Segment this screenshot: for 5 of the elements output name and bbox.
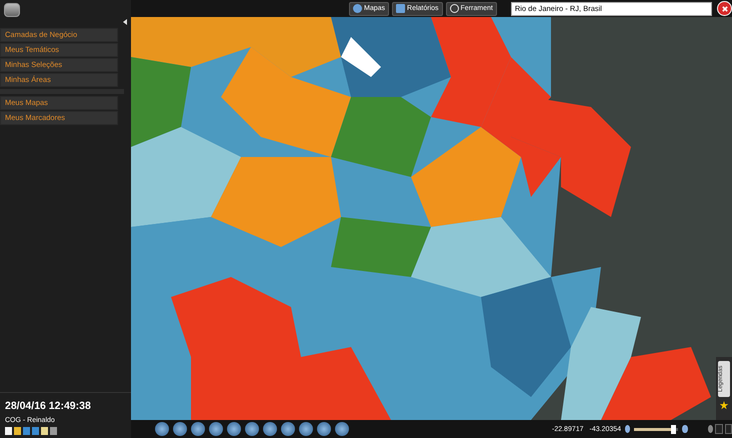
- collapse-arrow-icon[interactable]: [123, 19, 127, 25]
- map-drawing[interactable]: [131, 17, 732, 420]
- app-logo-button[interactable]: [4, 3, 20, 17]
- close-button[interactable]: [717, 1, 732, 16]
- close-icon: [720, 4, 730, 14]
